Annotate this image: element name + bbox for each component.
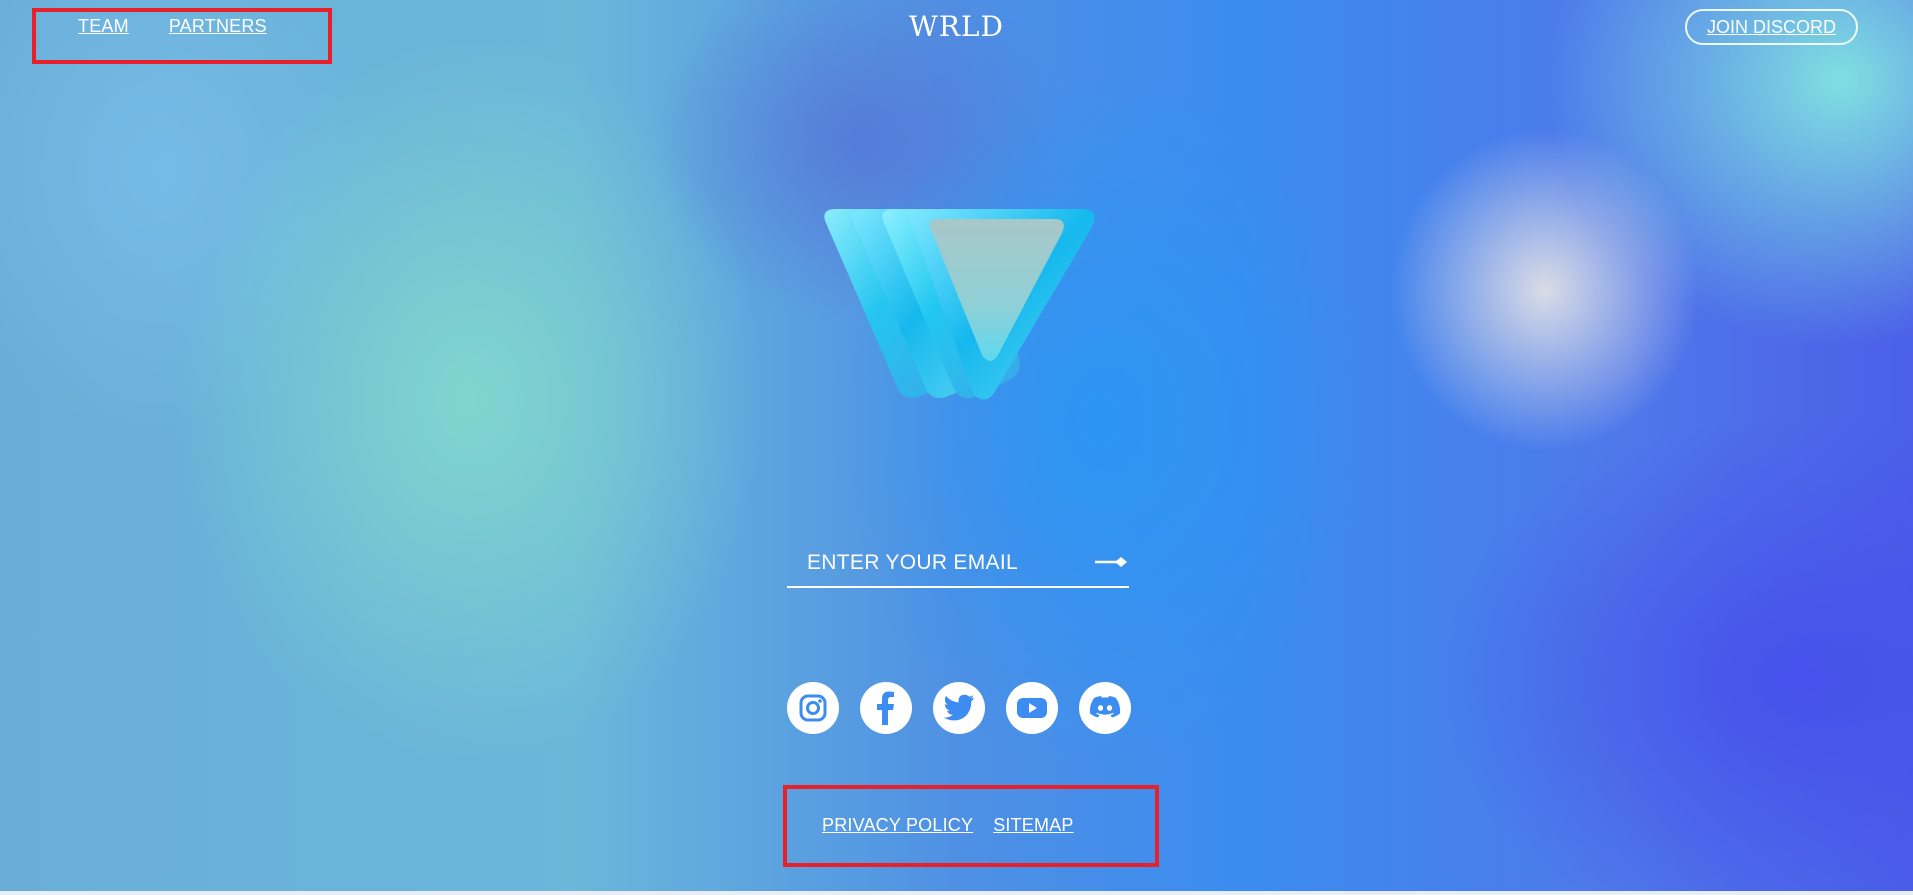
privacy-policy-link[interactable]: PRIVACY POLICY: [822, 815, 973, 836]
youtube-link[interactable]: [1006, 682, 1058, 734]
nav-link-partners[interactable]: PARTNERS: [169, 16, 267, 37]
twitter-icon: [943, 694, 974, 721]
page-bottom-edge: [0, 891, 1913, 895]
twitter-link[interactable]: [933, 682, 985, 734]
main-nav: TEAM PARTNERS: [78, 16, 267, 37]
facebook-icon: [877, 691, 894, 725]
nav-link-team[interactable]: TEAM: [78, 16, 129, 37]
discord-icon: [1089, 696, 1121, 718]
hero-logo: [818, 205, 1098, 405]
facebook-link[interactable]: [860, 682, 912, 734]
instagram-link[interactable]: [787, 682, 839, 734]
arrow-right-icon[interactable]: [1089, 548, 1129, 576]
wrld-3d-logo-icon: [824, 209, 1095, 400]
email-input[interactable]: [787, 540, 1099, 586]
discord-link[interactable]: [1079, 682, 1131, 734]
footer-links: PRIVACY POLICY SITEMAP: [822, 815, 1074, 836]
email-signup-form: [787, 540, 1129, 588]
gradient-background: [0, 0, 1913, 895]
join-discord-button[interactable]: JOIN DISCORD: [1684, 9, 1858, 45]
site-logo[interactable]: WRLD: [909, 10, 1004, 43]
youtube-icon: [1017, 698, 1047, 718]
instagram-icon: [799, 694, 827, 722]
page: TEAM PARTNERS WRLD JOIN DISCORD ENTER YO…: [0, 0, 1913, 895]
social-links: [787, 682, 1131, 734]
sitemap-link[interactable]: SITEMAP: [993, 815, 1073, 836]
